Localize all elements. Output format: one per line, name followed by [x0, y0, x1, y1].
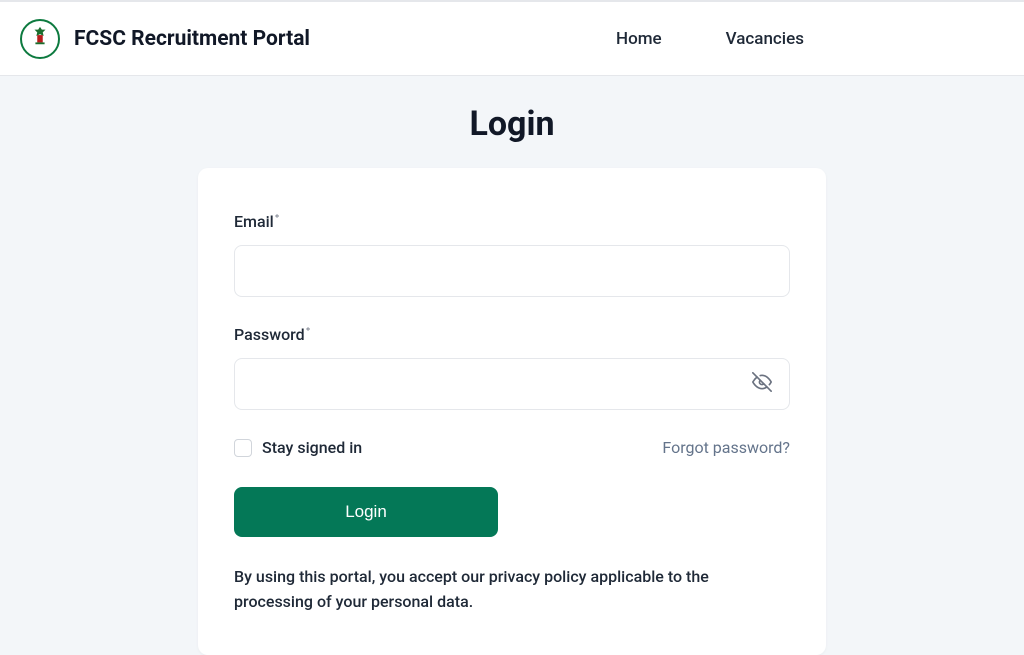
- brand[interactable]: FCSC Recruitment Portal: [20, 19, 310, 59]
- stay-signed-in-checkbox[interactable]: [234, 439, 252, 457]
- login-card: Email° Password° Stay signed in: [198, 168, 826, 655]
- logo-emblem: [20, 19, 60, 59]
- privacy-notice: By using this portal, you accept our pri…: [234, 565, 790, 615]
- nav-vacancies[interactable]: Vacancies: [726, 29, 804, 49]
- email-label-text: Email: [234, 212, 274, 231]
- email-field[interactable]: [234, 245, 790, 297]
- password-label-text: Password: [234, 325, 305, 344]
- site-title: FCSC Recruitment Portal: [74, 27, 310, 51]
- email-group: Email°: [234, 212, 790, 297]
- stay-signed-in-wrap: Stay signed in: [234, 438, 362, 457]
- required-mark: °: [275, 212, 280, 226]
- primary-nav: Home Vacancies: [616, 29, 804, 49]
- main-header: FCSC Recruitment Portal Home Vacancies: [0, 2, 1024, 76]
- coat-of-arms-icon: [29, 25, 51, 52]
- toggle-password-visibility-icon[interactable]: [752, 372, 772, 396]
- stay-signed-in-label: Stay signed in: [262, 438, 362, 457]
- email-label: Email°: [234, 212, 790, 231]
- page-title: Login: [0, 76, 1024, 168]
- password-group: Password°: [234, 325, 790, 410]
- required-mark: °: [306, 325, 311, 339]
- password-field[interactable]: [234, 358, 790, 410]
- options-row: Stay signed in Forgot password?: [234, 438, 790, 457]
- forgot-password-link[interactable]: Forgot password?: [662, 438, 790, 457]
- login-button[interactable]: Login: [234, 487, 498, 537]
- password-label: Password°: [234, 325, 790, 344]
- nav-home[interactable]: Home: [616, 29, 662, 49]
